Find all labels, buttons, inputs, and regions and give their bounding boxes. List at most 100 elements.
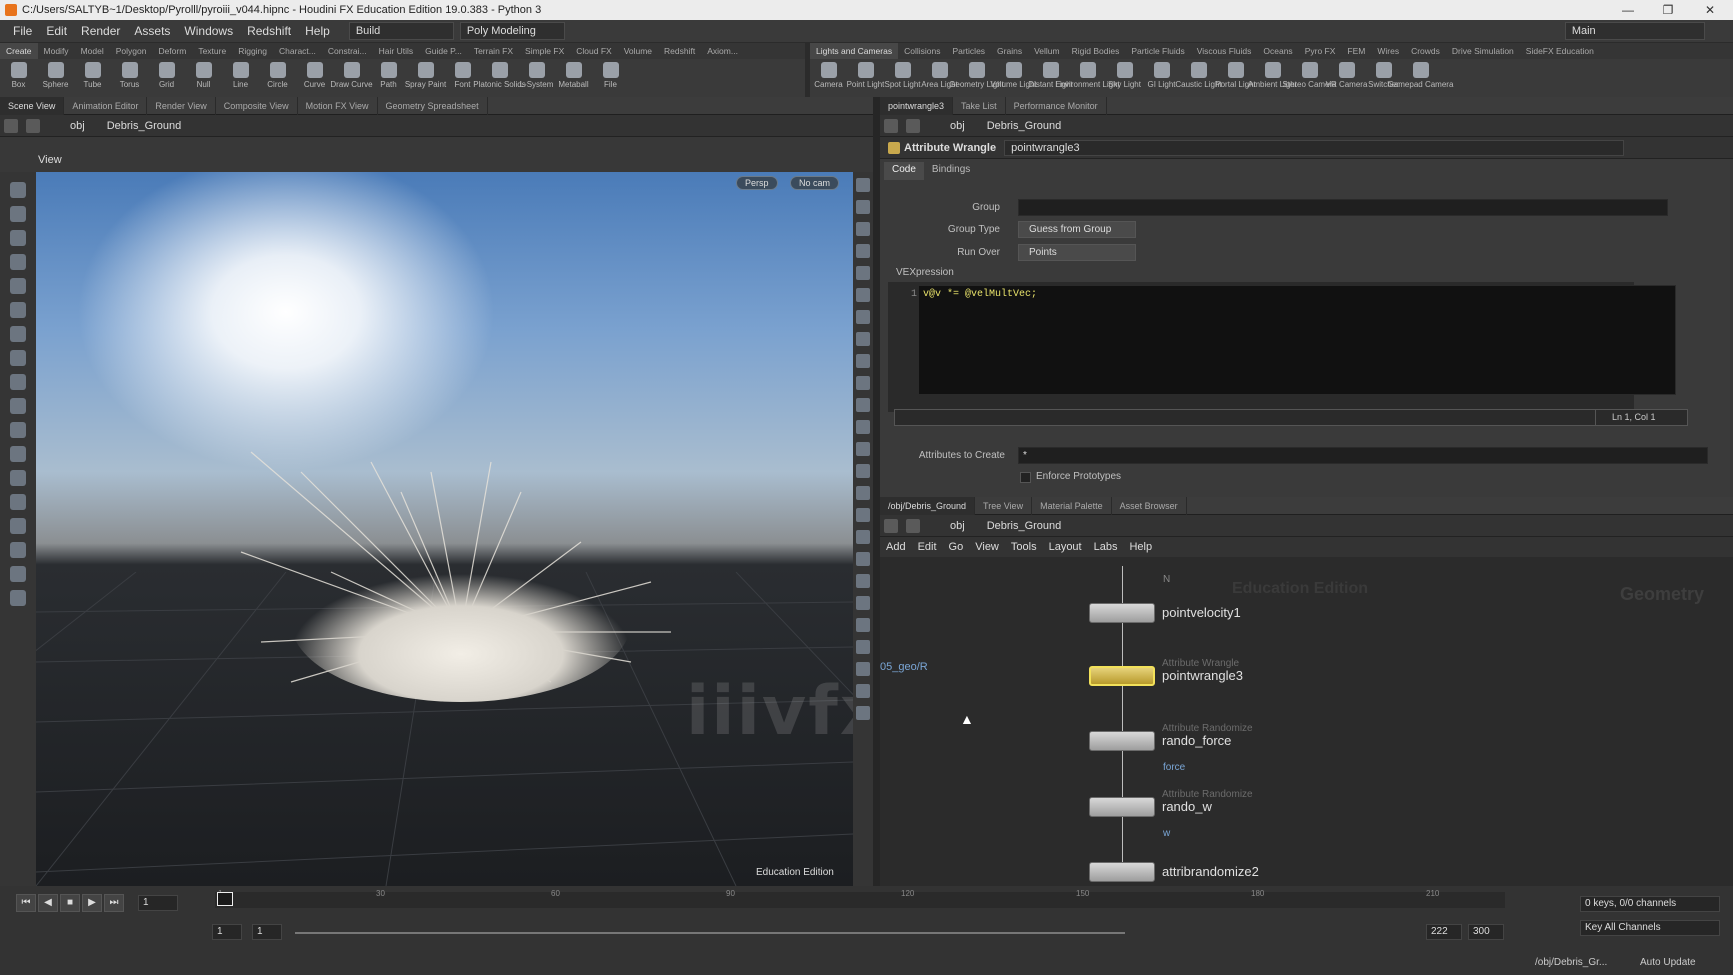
tool-l-system[interactable]: L-System: [518, 59, 555, 97]
net-menu-edit[interactable]: Edit: [912, 541, 943, 553]
node-pointvelocity1[interactable]: [1089, 603, 1155, 623]
tab-tree-view[interactable]: Tree View: [975, 496, 1033, 515]
attributes-to-create-field[interactable]: *: [1018, 447, 1708, 464]
tool-path[interactable]: Path: [370, 59, 407, 97]
playhead[interactable]: [217, 892, 233, 906]
display-option-icon[interactable]: [856, 706, 870, 720]
menu-assets[interactable]: Assets: [127, 20, 177, 42]
tab-geometry-spreadsheet[interactable]: Geometry Spreadsheet: [378, 96, 488, 115]
node-rando-w[interactable]: [1089, 797, 1155, 817]
shelf-tab-polygon[interactable]: Polygon: [110, 43, 153, 59]
tool-spot-light[interactable]: Spot Light: [884, 59, 921, 97]
start-frame-field[interactable]: 1: [212, 924, 242, 940]
shelf-tab-lights-and-cameras[interactable]: Lights and Cameras: [810, 43, 899, 59]
shelf-tab-model[interactable]: Model: [75, 43, 110, 59]
shelf-tab-hair-utils[interactable]: Hair Utils: [373, 43, 419, 59]
menu-windows[interactable]: Windows: [177, 20, 240, 42]
jump-start-icon[interactable]: ⏮: [16, 894, 36, 912]
shelf-tab-cloud-fx[interactable]: Cloud FX: [570, 43, 617, 59]
playback-start-field[interactable]: 1: [252, 924, 282, 940]
display-option-icon[interactable]: [856, 596, 870, 610]
end-frame-field[interactable]: 300: [1468, 924, 1504, 940]
tool-icon[interactable]: [10, 182, 26, 198]
timeline-ruler[interactable]: 1306090120150180210: [215, 889, 1505, 908]
tool-gamepad-camera[interactable]: Gamepad Camera: [1388, 59, 1453, 97]
tool-area-light[interactable]: Area Light: [921, 59, 958, 97]
display-option-icon[interactable]: [856, 178, 870, 192]
camera-menu[interactable]: No cam: [790, 176, 840, 190]
display-option-icon[interactable]: [856, 684, 870, 698]
net-menu-go[interactable]: Go: [943, 541, 970, 553]
shelf-tab-volume[interactable]: Volume: [618, 43, 658, 59]
shelf-tab-crowds[interactable]: Crowds: [1405, 43, 1446, 59]
group-type-select[interactable]: Guess from Group: [1018, 221, 1136, 238]
menu-file[interactable]: File: [6, 20, 39, 42]
tab-scene-view[interactable]: Scene View: [0, 96, 65, 115]
tab-code[interactable]: Code: [884, 162, 924, 180]
tool-icon[interactable]: [10, 470, 26, 486]
back-icon[interactable]: [884, 518, 898, 533]
auto-update-menu[interactable]: Auto Update: [1640, 957, 1696, 968]
shelf-tab-viscous-fluids[interactable]: Viscous Fluids: [1191, 43, 1258, 59]
key-all-channels-button[interactable]: Key All Channels: [1580, 920, 1720, 936]
net-menu-add[interactable]: Add: [880, 541, 912, 553]
display-option-icon[interactable]: [856, 310, 870, 324]
shelf-tab-redshift[interactable]: Redshift: [658, 43, 701, 59]
net-menu-tools[interactable]: Tools: [1005, 541, 1043, 553]
shelf-tab-create[interactable]: Create: [0, 43, 38, 59]
tab-motion-fx-view[interactable]: Motion FX View: [298, 96, 378, 115]
display-option-icon[interactable]: [856, 244, 870, 258]
tool-icon[interactable]: [10, 590, 26, 606]
stop-icon[interactable]: ■: [60, 894, 80, 912]
display-option-icon[interactable]: [856, 662, 870, 676]
path-node[interactable]: Debris_Ground: [981, 120, 1068, 132]
tool-sphere[interactable]: Sphere: [37, 59, 74, 97]
tool-switcher[interactable]: Switcher: [1365, 59, 1402, 97]
tool-icon[interactable]: [10, 566, 26, 582]
shelf-tab-oceans[interactable]: Oceans: [1257, 43, 1298, 59]
path-root[interactable]: obj: [944, 520, 971, 532]
net-menu-help[interactable]: Help: [1123, 541, 1158, 553]
net-menu-labs[interactable]: Labs: [1088, 541, 1124, 553]
tool-caustic-light[interactable]: Caustic Light: [1175, 59, 1222, 97]
menu-edit[interactable]: Edit: [39, 20, 74, 42]
tab-material-palette[interactable]: Material Palette: [1032, 496, 1112, 515]
tool-point-light[interactable]: Point Light: [847, 59, 884, 97]
tool-icon[interactable]: [10, 494, 26, 510]
back-icon[interactable]: [4, 118, 18, 133]
display-option-icon[interactable]: [856, 398, 870, 412]
shelf-tab-collisions[interactable]: Collisions: [898, 43, 946, 59]
forward-icon[interactable]: [26, 118, 40, 133]
shelf-tab-wires[interactable]: Wires: [1371, 43, 1405, 59]
tab-composite-view[interactable]: Composite View: [216, 96, 298, 115]
tool-icon[interactable]: [10, 422, 26, 438]
display-option-icon[interactable]: [856, 288, 870, 302]
jump-end-icon[interactable]: ⏭: [104, 894, 124, 912]
tool-camera[interactable]: Camera: [810, 59, 847, 97]
shelf-tab-terrain-fx[interactable]: Terrain FX: [468, 43, 519, 59]
shelf-tab-pyro-fx[interactable]: Pyro FX: [1299, 43, 1342, 59]
back-icon[interactable]: [884, 118, 898, 133]
step-back-icon[interactable]: ◀: [38, 894, 58, 912]
tab-render-view[interactable]: Render View: [147, 96, 216, 115]
display-option-icon[interactable]: [856, 376, 870, 390]
playback-end-field[interactable]: 222: [1426, 924, 1462, 940]
tool-gi-light[interactable]: GI Light: [1143, 59, 1180, 97]
tool-icon[interactable]: [10, 446, 26, 462]
desktop-name-dropdown[interactable]: Main: [1564, 22, 1705, 40]
net-menu-layout[interactable]: Layout: [1043, 541, 1088, 553]
tool-icon[interactable]: [10, 278, 26, 294]
tab-performance-monitor[interactable]: Performance Monitor: [1006, 96, 1107, 115]
display-option-icon[interactable]: [856, 486, 870, 500]
tool-draw-curve[interactable]: Draw Curve: [330, 59, 373, 97]
tool-metaball[interactable]: Metaball: [555, 59, 592, 97]
shelf-tab-rigging[interactable]: Rigging: [232, 43, 273, 59]
path-node[interactable]: Debris_Ground: [981, 520, 1068, 532]
menu-render[interactable]: Render: [74, 20, 127, 42]
shelf-tab-charact[interactable]: Charact...: [273, 43, 322, 59]
tool-box[interactable]: Box: [0, 59, 37, 97]
display-option-icon[interactable]: [856, 640, 870, 654]
tool-vr-camera[interactable]: VR Camera: [1326, 59, 1367, 97]
shelf-tab-guide-p[interactable]: Guide P...: [419, 43, 468, 59]
display-option-icon[interactable]: [856, 332, 870, 346]
